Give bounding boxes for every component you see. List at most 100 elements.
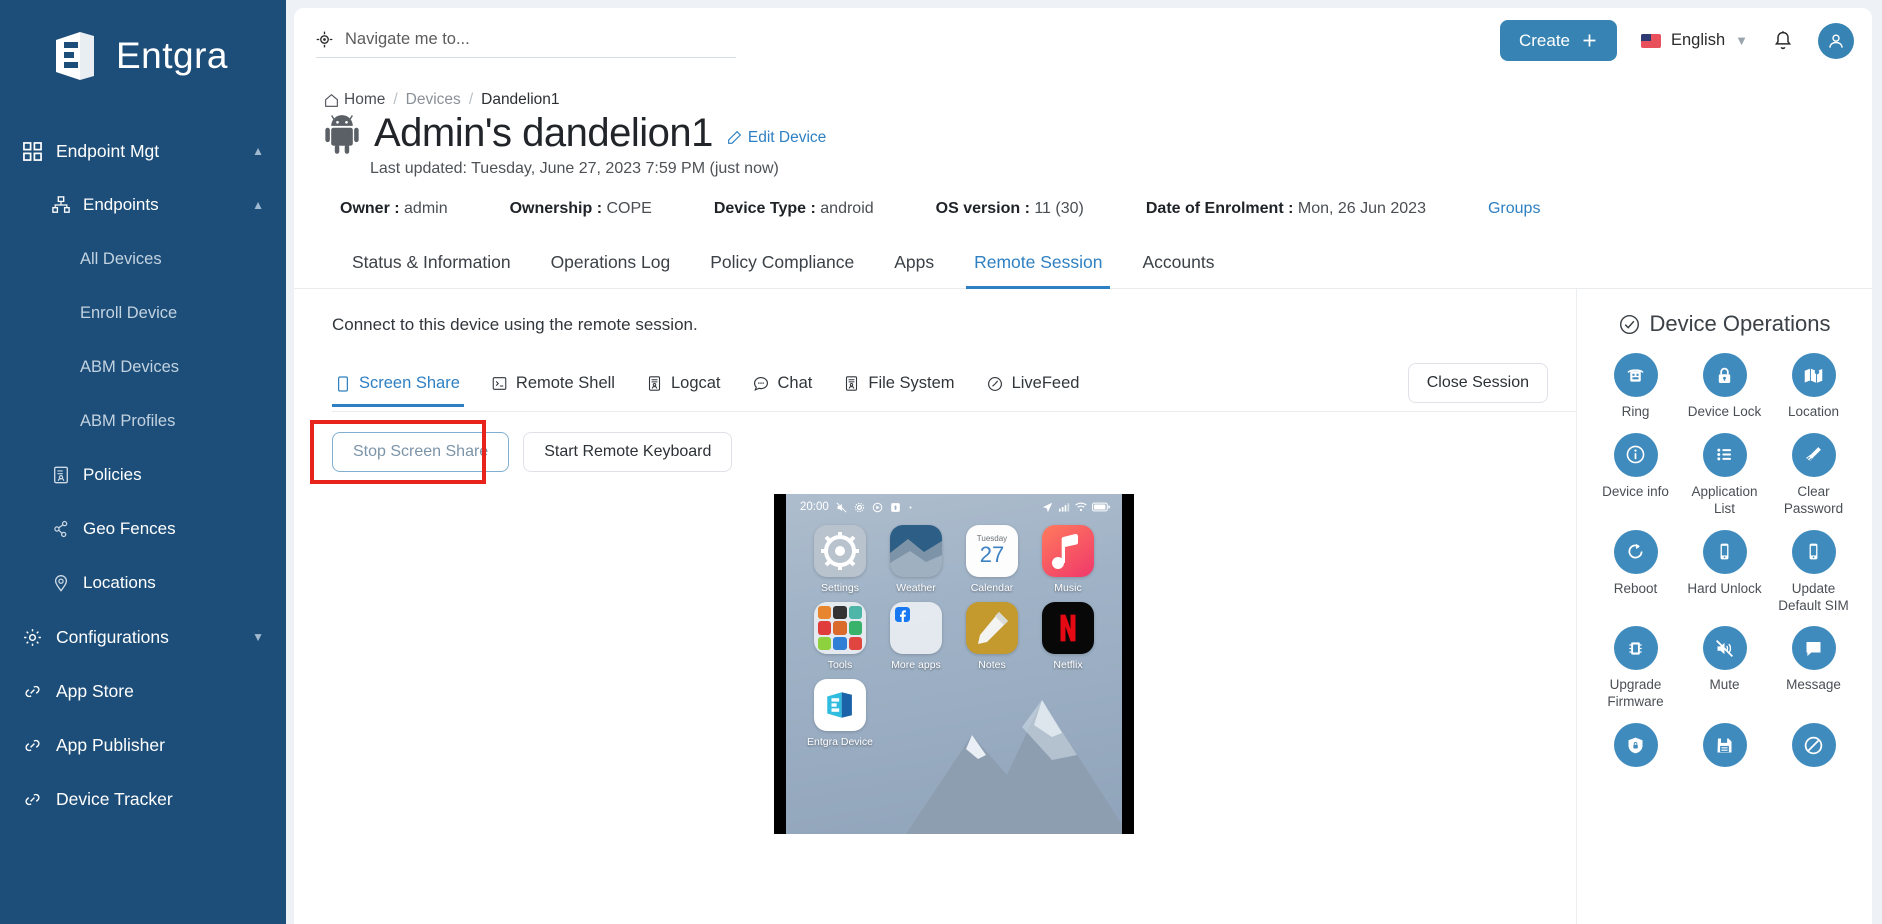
phone-app-calendar[interactable]: Tuesday 27 Calendar	[954, 525, 1030, 594]
remote-session-pane: Connect to this device using the remote …	[294, 289, 1576, 924]
tab-remote-session[interactable]: Remote Session	[954, 242, 1122, 289]
sidebar-item-endpoint-mgt[interactable]: Endpoint Mgt ▲	[0, 124, 286, 178]
operation-mute[interactable]: Mute	[1680, 626, 1769, 711]
operation-reboot[interactable]: Reboot	[1591, 529, 1680, 615]
operation-application-list[interactable]: Application List	[1680, 432, 1769, 518]
tab-status-information[interactable]: Status & Information	[332, 242, 531, 288]
list-icon	[1702, 432, 1747, 477]
sidebar-item-label: Endpoints	[83, 195, 159, 214]
calendar-day-number: 27	[979, 542, 1005, 568]
global-search[interactable]	[316, 29, 736, 58]
bell-icon[interactable]	[1772, 30, 1794, 52]
phone-app-tools[interactable]: Tools	[802, 602, 878, 671]
sidebar-item-app-store[interactable]: App Store	[0, 664, 286, 718]
phone-app-netflix[interactable]: Netflix	[1030, 602, 1106, 671]
calendar-icon: Tuesday 27	[966, 525, 1018, 577]
operation-save[interactable]	[1680, 723, 1769, 774]
sidebar-item-device-tracker[interactable]: Device Tracker	[0, 772, 286, 826]
sidebar-item-locations[interactable]: Locations	[0, 556, 286, 610]
phone-app-label: Settings	[821, 582, 859, 594]
subtab-label: Logcat	[670, 374, 721, 392]
language-selector[interactable]: English ▼	[1641, 31, 1748, 50]
tab-operations-log[interactable]: Operations Log	[531, 242, 691, 288]
operation-label: Application List	[1691, 483, 1758, 516]
language-label: English	[1671, 31, 1726, 49]
operation-label: Device info	[1602, 483, 1669, 499]
phone-app-weather[interactable]: Weather	[878, 525, 954, 594]
main-area: Create English ▼	[286, 0, 1882, 924]
operation-update-default-sim[interactable]: Update Default SIM	[1769, 529, 1858, 615]
operation-device-info[interactable]: Device info	[1591, 432, 1680, 518]
save-disk-icon	[1702, 723, 1747, 768]
subtab-remote-shell[interactable]: Remote Shell	[476, 368, 631, 406]
device-screen-mirror[interactable]: 20:00 Settings Weather Tuesday 27 Calend…	[774, 494, 1134, 834]
brand-name: Entgra	[116, 35, 229, 76]
edit-device-link[interactable]: Edit Device	[727, 129, 826, 147]
edit-device-label: Edit Device	[747, 128, 827, 146]
subtab-livefeed[interactable]: LiveFeed	[971, 368, 1096, 406]
create-button[interactable]: Create	[1499, 20, 1617, 61]
start-remote-keyboard-button[interactable]: Start Remote Keyboard	[523, 432, 733, 472]
operation-clear-password[interactable]: Clear Password	[1769, 432, 1858, 518]
subtab-file-system[interactable]: File System	[828, 368, 970, 406]
brand-logo[interactable]: Entgra	[0, 0, 286, 84]
operation-ring[interactable]: Ring	[1591, 353, 1680, 421]
sidebar-item-label: Enroll Device	[80, 303, 178, 322]
geofence-icon	[52, 520, 70, 538]
phone-status-bar: 20:00	[786, 494, 1122, 513]
operation-device-lock[interactable]: Device Lock	[1680, 353, 1769, 421]
sidebar-item-endpoints[interactable]: Endpoints ▲	[0, 178, 286, 232]
meta-ownership-key: Ownership :	[509, 200, 603, 217]
sim-mobile-icon	[1791, 529, 1836, 574]
phone-app-label: Weather	[896, 582, 936, 594]
phone-app-entgra-device[interactable]: Entgra Device	[802, 679, 878, 748]
operation-label: Hard Unlock	[1687, 580, 1762, 596]
operation-message[interactable]: Message	[1769, 626, 1858, 711]
breadcrumb-current: Dandelion1	[481, 91, 560, 108]
operation-location[interactable]: Location	[1769, 353, 1858, 421]
sidebar-item-configurations[interactable]: Configurations ▼	[0, 610, 286, 664]
user-avatar-icon[interactable]	[1818, 22, 1854, 59]
subtab-screen-share[interactable]: Screen Share	[332, 368, 476, 407]
breadcrumb-devices[interactable]: Devices	[406, 91, 461, 109]
weather-icon	[890, 525, 942, 577]
folder-tools-icon	[814, 602, 866, 654]
sidebar-item-app-publisher[interactable]: App Publisher	[0, 718, 286, 772]
sidebar-item-geo-fences[interactable]: Geo Fences	[0, 502, 286, 556]
subtab-logcat[interactable]: Logcat	[631, 368, 737, 406]
search-input[interactable]	[345, 29, 736, 49]
shield-lock-icon	[1613, 723, 1658, 768]
subtab-label: Chat	[777, 374, 813, 392]
sidebar-item-enroll-device[interactable]: Enroll Device	[0, 286, 286, 340]
sidebar-item-abm-profiles[interactable]: ABM Profiles	[0, 394, 286, 448]
location-arrow-icon	[1042, 502, 1053, 513]
sidebar-item-policies[interactable]: Policies	[0, 448, 286, 502]
android-robot-icon	[324, 113, 360, 155]
operation-label: Location	[1787, 404, 1840, 419]
phone-app-label: Netflix	[1053, 659, 1083, 671]
page-title: Admin's dandelion1	[374, 111, 713, 155]
operation-label: Mute	[1709, 677, 1740, 693]
breadcrumb-home[interactable]: Home	[324, 91, 385, 109]
operation-shield-lock[interactable]	[1591, 723, 1680, 774]
tab-accounts[interactable]: Accounts	[1122, 242, 1234, 288]
subtab-chat[interactable]: Chat	[737, 368, 829, 406]
tab-apps[interactable]: Apps	[874, 242, 954, 288]
remote-session-description: Connect to this device using the remote …	[332, 315, 698, 334]
phone-app-music[interactable]: Music	[1030, 525, 1106, 594]
operation-upgrade-firmware[interactable]: Upgrade Firmware	[1591, 626, 1680, 711]
close-session-button[interactable]: Close Session	[1407, 363, 1548, 403]
stop-screen-share-button[interactable]: Stop Screen Share	[332, 432, 510, 472]
terminal-icon	[492, 376, 507, 391]
dot-icon	[908, 505, 913, 510]
operation-hard-unlock[interactable]: Hard Unlock	[1680, 529, 1769, 615]
groups-link[interactable]: Groups	[1488, 200, 1540, 218]
sidebar-item-all-devices[interactable]: All Devices	[0, 232, 286, 286]
operation-block[interactable]	[1769, 723, 1858, 774]
sidebar-item-abm-devices[interactable]: ABM Devices	[0, 340, 286, 394]
phone-app-more-apps[interactable]: More apps	[878, 602, 954, 671]
phone-app-notes[interactable]: Notes	[954, 602, 1030, 671]
phone-app-settings[interactable]: Settings	[802, 525, 878, 594]
tab-policy-compliance[interactable]: Policy Compliance	[690, 242, 874, 288]
meta-device-type-value: android	[820, 200, 874, 217]
